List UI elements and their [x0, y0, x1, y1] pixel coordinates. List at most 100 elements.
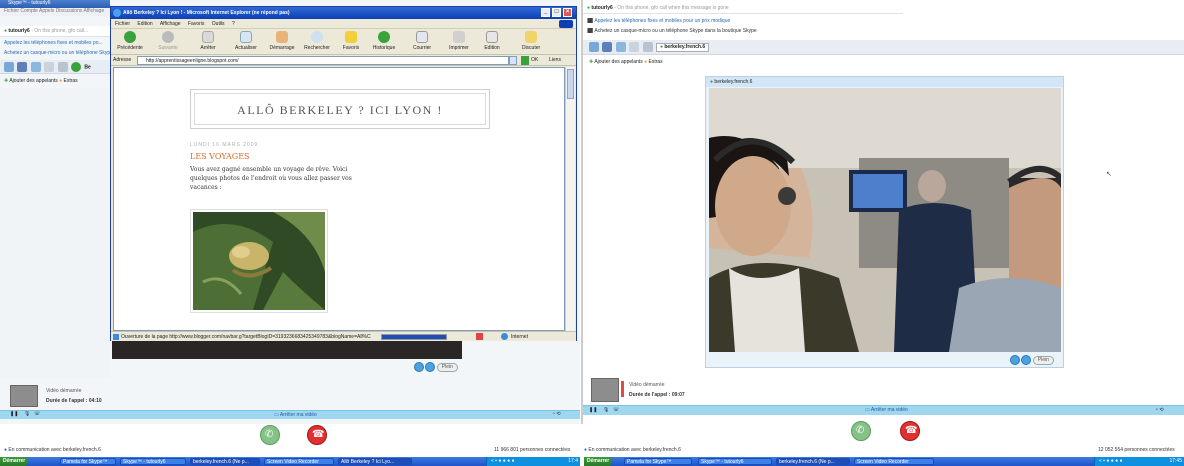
menu-help[interactable]: ? [232, 21, 235, 27]
address-label: Adresse [113, 57, 132, 63]
menu-outils[interactable]: Outils [212, 21, 225, 27]
phone-icon[interactable] [602, 42, 613, 52]
address-input[interactable]: http://apprentissageenligne.blogspot.com… [137, 56, 509, 65]
menu-fichier[interactable]: Fichier [115, 21, 130, 27]
history-icon[interactable] [642, 42, 653, 52]
left-contact-tab[interactable]: Be [84, 64, 90, 70]
left-video-snapshot-icon[interactable] [414, 362, 424, 372]
chat-icon[interactable] [615, 42, 626, 52]
right-promo-link-1[interactable]: ⬛ Appelez les téléphones fixes et mobile… [587, 18, 987, 25]
loading-progress-bar [381, 334, 447, 340]
search-button[interactable]: Rechercher [298, 31, 336, 52]
post-photo-frame[interactable] [190, 209, 328, 313]
home-button[interactable]: Démarrage [263, 31, 301, 52]
tray-icons[interactable]: « ▪ ● ● ● ● [491, 458, 515, 464]
right-status-row[interactable]: ● tutourly6 - On this phone, gfo call wh… [583, 3, 903, 14]
status-icon: ● [584, 447, 588, 453]
left-pause-icon[interactable]: ❚❚ [10, 411, 18, 418]
stop-button[interactable]: Arrêter [189, 31, 227, 52]
right-promo-link-2[interactable]: ⬛ Achetez un casque-micro ou un téléphon… [587, 28, 987, 35]
left-video-fullscreen-icon[interactable] [425, 362, 436, 372]
ie-logo-icon [113, 9, 121, 17]
right-video-fullscreen-icon[interactable] [1021, 355, 1032, 365]
left-volume-icon[interactable]: ◔ ⟲ [552, 411, 561, 418]
right-task-skype[interactable]: Skype™ - tutourly6 [698, 458, 772, 465]
right-start-button[interactable]: Démarrer [584, 457, 613, 466]
right-contact-tab[interactable]: ● berkeley.french.6 [655, 42, 710, 52]
right-video-more-button[interactable]: Plein [1032, 356, 1054, 365]
contacts-icon[interactable] [4, 62, 14, 72]
right-mic-icon[interactable]: 🎙 [603, 407, 609, 414]
phone-icon[interactable] [17, 62, 28, 72]
left-status-row[interactable]: ● tutourly6 - On this phone, gfo call... [0, 26, 110, 37]
right-video-snapshot-icon[interactable] [1010, 355, 1020, 365]
left-skype-menubar[interactable]: Fichier Compte Appels Discussions Affich… [0, 8, 110, 16]
history-label: Historique [372, 45, 396, 51]
left-task-ie[interactable]: Allô Berkeley ? Ici Lyo... [338, 458, 412, 465]
chat-icon[interactable] [30, 62, 41, 72]
scrollbar-thumb[interactable] [567, 69, 574, 99]
menu-edition[interactable]: Edition [137, 21, 152, 27]
right-pause-icon[interactable]: ❚❚ [589, 407, 597, 414]
refresh-button[interactable]: Actualiser [227, 31, 265, 52]
mail-button[interactable]: Courrier [403, 31, 441, 52]
links-label[interactable]: Liens [549, 55, 561, 65]
search-icon[interactable] [44, 62, 55, 72]
contacts-icon[interactable] [589, 42, 599, 52]
menu-favoris[interactable]: Favoris [188, 21, 204, 27]
right-task-pamela[interactable]: Pamela for Skype™ [624, 458, 692, 465]
edit-icon [486, 31, 498, 43]
post-date: LUNDI 16 MARS 2009 [190, 142, 259, 148]
tray-icons[interactable]: « ▪ ● ● ● ● [1099, 458, 1123, 464]
right-handset-icon[interactable]: ☏ [613, 407, 619, 414]
right-add-callers[interactable]: ✚ Ajouter des appelants ● Extras [589, 59, 889, 66]
history-button[interactable]: Historique [365, 31, 403, 52]
left-mic-icon[interactable]: 🎙 [24, 411, 30, 418]
call-tab-icon[interactable] [70, 62, 81, 72]
close-button[interactable]: × [563, 8, 572, 17]
left-promo-link-1[interactable]: Appelez les téléphones fixes et mobiles … [4, 40, 110, 47]
right-call-button[interactable]: ✆ [851, 421, 871, 441]
call-tab-icon: ● [659, 43, 663, 50]
ie-titlebar: Allô Berkeley ? Ici Lyon ! - Microsoft I… [111, 7, 576, 19]
edit-button[interactable]: Edition [473, 31, 511, 52]
menu-affichage[interactable]: Affichage [160, 21, 181, 27]
go-arrow-icon[interactable] [521, 56, 529, 65]
left-task-recorder[interactable]: Screen Video Recorder [264, 458, 334, 465]
left-stop-video-button[interactable]: ▭ Arrêter ma vidéo [274, 412, 317, 419]
right-footer-status-text: En communication avec berkeley.french.6 [588, 447, 681, 453]
mouse-cursor-icon: ↖ [1106, 171, 1112, 178]
go-button[interactable]: OK [531, 55, 538, 65]
left-call-button[interactable]: ✆ [260, 425, 280, 445]
ie-vertical-scrollbar[interactable] [565, 67, 575, 331]
search-icon[interactable] [629, 42, 640, 52]
left-add-callers[interactable]: ✚ Ajouter des appelants ● Extras [4, 78, 110, 85]
right-task-berkeley[interactable]: berkeley.french.6 (Ne p... [776, 458, 850, 465]
post-body-line-3: vacances : [190, 184, 222, 191]
maximize-button[interactable]: □ [552, 8, 561, 17]
address-dropdown-icon[interactable] [509, 56, 517, 65]
left-handset-icon[interactable]: ☏ [34, 411, 40, 418]
left-task-skype[interactable]: Skype™ - tutourly6 [120, 458, 186, 465]
history-icon[interactable] [57, 62, 68, 72]
left-promo-link-2[interactable]: Achetez un casque-micro ou un téléphone … [4, 50, 110, 57]
right-volume-icon[interactable]: ◔ ⟲ [1155, 407, 1164, 414]
left-video-more-button[interactable]: Plein [436, 363, 458, 372]
left-start-button[interactable]: Démarrer [0, 457, 29, 466]
post-body: Vous avez gagné ensemble un voyage de rê… [190, 165, 390, 192]
ie-page-content: ALLÔ BERKELEY ? ICI LYON ! LUNDI 16 MARS… [113, 67, 565, 331]
right-stop-video-button[interactable]: ▭ Arrêter ma vidéo [865, 407, 908, 414]
right-task-recorder[interactable]: Screen Video Recorder [854, 458, 934, 465]
left-hangup-button[interactable]: ☎ [307, 425, 327, 445]
minimize-button[interactable]: _ [541, 8, 550, 17]
left-task-berkeley[interactable]: berkeley.french.6 (Ne p... [190, 458, 260, 465]
search-label: Rechercher [304, 45, 330, 51]
discuss-button[interactable]: Discuter [512, 31, 550, 52]
post-title[interactable]: LES VOYAGES [190, 152, 250, 162]
back-button[interactable]: Précédente [111, 31, 149, 52]
forward-button[interactable]: Suivante [149, 31, 187, 52]
left-task-pamela[interactable]: Pamela for Skype™ [60, 458, 116, 465]
right-hangup-button[interactable]: ☎ [900, 421, 920, 441]
phone-icon: ✆ [265, 429, 274, 440]
page-loading-icon [113, 334, 119, 340]
